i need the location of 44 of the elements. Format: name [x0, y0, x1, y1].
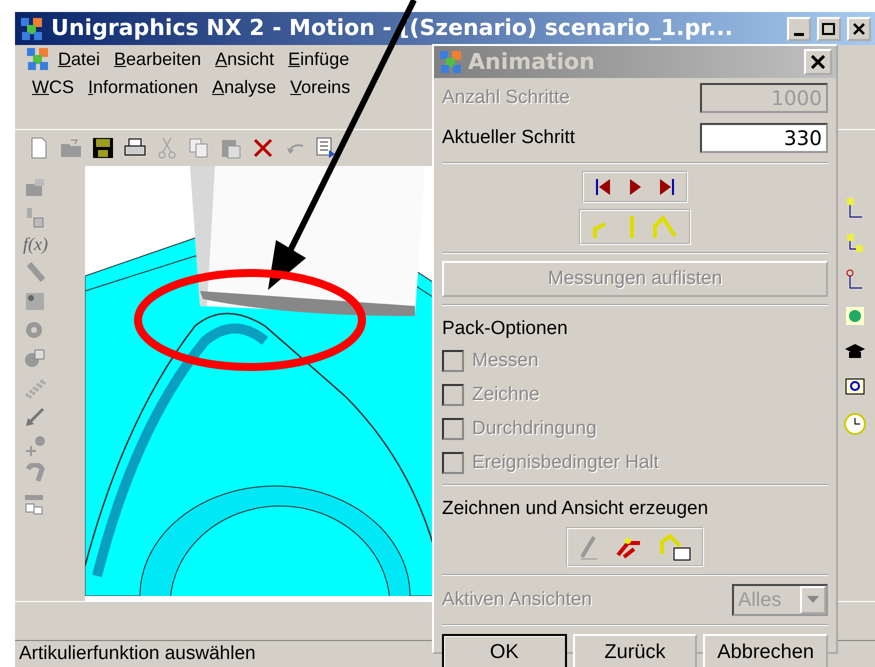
- section-heading: Pack-Optionen: [442, 317, 569, 341]
- section-heading: Zeichnen und Ansicht erzeugen: [442, 497, 710, 521]
- menu-item[interactable]: Bearbeiten: [107, 48, 208, 70]
- checkbox-label: Messen: [472, 350, 539, 372]
- checkbox-label: Ereignisbedingter Halt: [472, 452, 659, 474]
- status-text: Artikulierfunktion auswählen: [19, 643, 256, 665]
- dialog-button[interactable]: Abbrechen: [703, 634, 828, 667]
- maximize-button[interactable]: [817, 16, 841, 40]
- close-button[interactable]: [847, 16, 871, 40]
- menu-logo-icon: [25, 46, 51, 72]
- arm-window-icon[interactable]: [658, 532, 692, 562]
- skip-to-start-icon[interactable]: [594, 176, 612, 198]
- app-logo-icon: [19, 16, 45, 42]
- dialog-button[interactable]: Zurück: [572, 634, 698, 667]
- menu-item[interactable]: Analyse: [205, 76, 284, 98]
- field-label: Aktiven Ansichten: [442, 589, 592, 611]
- checkbox-label: Zeichne: [472, 384, 540, 406]
- caret-icon: [807, 596, 819, 604]
- menu-item[interactable]: WCS: [25, 76, 82, 98]
- field-label: Anzahl Schritte: [442, 87, 570, 109]
- close-icon: [853, 22, 865, 34]
- checkbox-label: Durchdringung: [472, 418, 597, 440]
- menu-item[interactable]: Einfüge: [281, 48, 356, 70]
- minimize-icon: [794, 33, 804, 36]
- save-icon[interactable]: [91, 136, 115, 160]
- dialog-title: Animation: [468, 50, 596, 74]
- delete-icon[interactable]: [251, 136, 275, 160]
- close-button[interactable]: [804, 49, 832, 75]
- menu-item[interactable]: Datei: [51, 48, 108, 70]
- field-label: Aktueller Schritt: [442, 127, 576, 149]
- menu-item[interactable]: Informationen: [81, 76, 206, 98]
- maximize-icon: [822, 22, 836, 34]
- arrow-icon[interactable]: [23, 405, 47, 429]
- dialog-logo-icon: [438, 49, 464, 75]
- number-field[interactable]: 330: [700, 123, 828, 153]
- window-title: Unigraphics NX 2 - Motion - [(Szenario) scenario_1.pr...: [51, 16, 734, 41]
- minimize-button[interactable]: [787, 16, 811, 40]
- dialog-button[interactable]: OK: [442, 634, 567, 667]
- menu-item[interactable]: Voreins: [283, 76, 358, 98]
- globe-icon[interactable]: [843, 304, 867, 328]
- close-icon: [811, 55, 825, 69]
- menu-item[interactable]: Ansicht: [208, 48, 282, 70]
- skip-to-end-icon[interactable]: [658, 176, 676, 198]
- formula-icon[interactable]: f(x): [23, 234, 48, 255]
